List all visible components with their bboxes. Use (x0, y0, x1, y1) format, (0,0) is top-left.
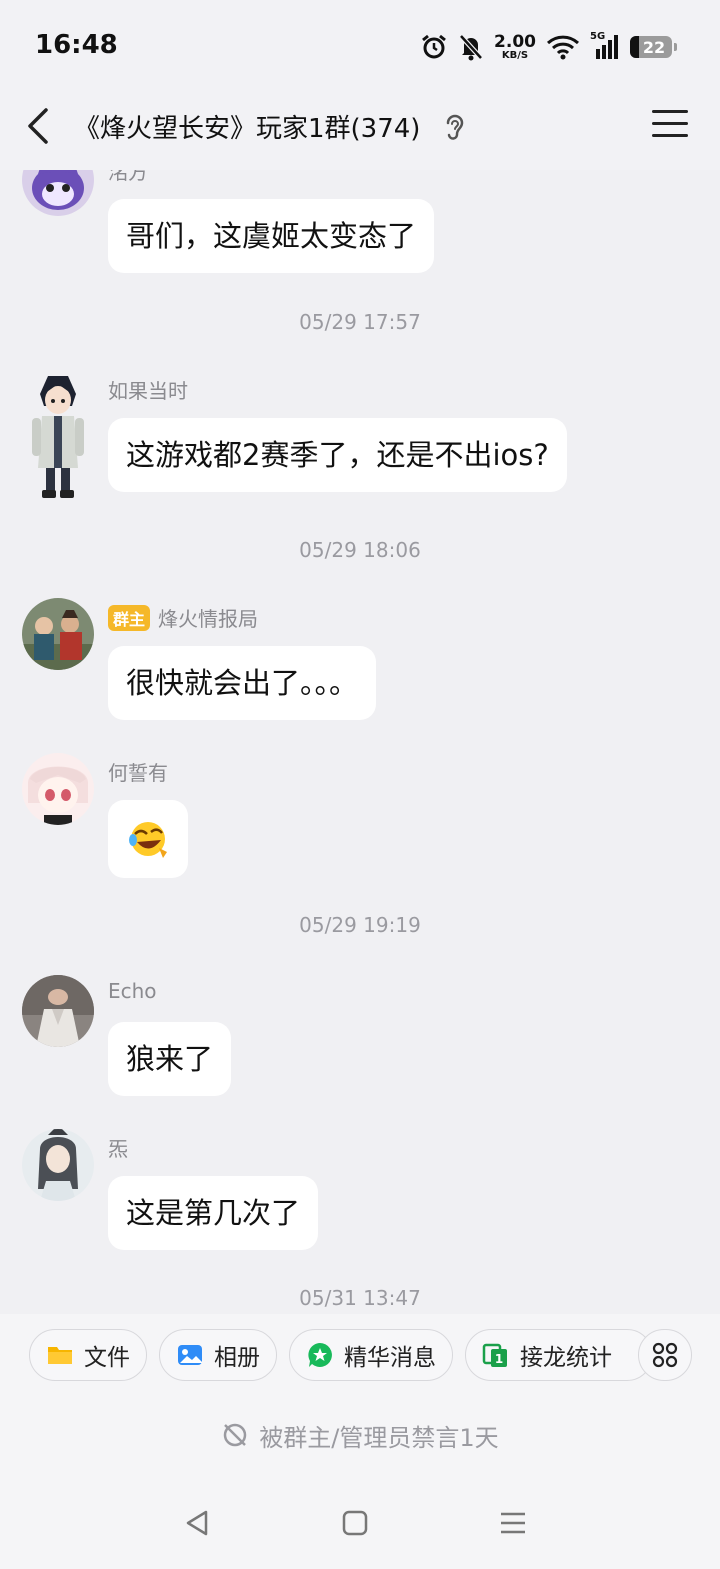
battery-level: 22 (642, 37, 666, 57)
muted-notice: 被群主/管理员禁言1天 (0, 1396, 720, 1474)
sender-name: 洺方 (108, 170, 148, 184)
menu-button[interactable] (652, 110, 688, 142)
avatar[interactable] (22, 598, 94, 670)
message-bubble[interactable]: 这游戏都2赛季了，还是不出ios? (108, 418, 567, 492)
net-speed-value: 2.00 (494, 31, 536, 52)
sender-name: 烽火情报局 (158, 607, 259, 631)
quick-toolbar: 文件 相册 精华消息 1 接龙统计 (0, 1314, 720, 1396)
bell-muted-icon (459, 34, 483, 61)
essence-button-label: 精华消息 (344, 1345, 436, 1371)
album-button-label: 相册 (214, 1345, 260, 1371)
menu-icon-line (652, 134, 688, 137)
relay-stats-button[interactable]: 1 接龙统计 (465, 1329, 653, 1381)
file-button[interactable]: 文件 (29, 1329, 147, 1381)
timestamp: 05/31 13:47 (299, 1286, 421, 1310)
group-title[interactable]: 《烽火望长安》玩家1群(374) (74, 108, 420, 145)
timestamp: 05/29 17:57 (299, 310, 421, 334)
owner-badge: 群主 (108, 605, 151, 631)
avatar[interactable] (22, 1129, 94, 1201)
signal-bars-icon (596, 35, 618, 59)
chevron-left-icon (28, 108, 48, 144)
nav-home-icon[interactable] (340, 1508, 370, 1538)
grid-icon (652, 1342, 678, 1368)
message-bubble[interactable]: 哥们，这虞姬太变态了 (108, 199, 435, 273)
chat-area[interactable]: 洺方 哥们，这虞姬太变态了 05/29 17:57 如果当时 这游戏都2赛季了，… (0, 170, 720, 1314)
chat-header: 《烽火望长安》玩家1群(374) (0, 88, 720, 170)
net-speed-unit: KB/S (501, 49, 529, 61)
relay-stats-label: 接龙统计 (520, 1345, 612, 1371)
timestamp: 05/29 18:06 (299, 538, 421, 562)
sender-line: 群主 烽火情报局 (108, 603, 258, 632)
back-button[interactable] (20, 106, 60, 146)
message-bubble[interactable]: 狼来了 (108, 1022, 232, 1096)
album-button[interactable]: 相册 (159, 1329, 277, 1381)
sender-name: Echo (108, 979, 157, 1003)
emoji-bubble[interactable] (108, 800, 188, 878)
ear-icon[interactable] (444, 112, 466, 142)
avatar-figure (32, 376, 84, 498)
status-bar: 16:48 2.00 KB/S 5G 22 (0, 0, 720, 88)
net-speed: 2.00 KB/S (494, 31, 536, 61)
message-bubble[interactable]: 很快就会出了。。。 (108, 646, 377, 720)
nav-back-icon[interactable] (182, 1508, 212, 1538)
essence-star-icon (308, 1343, 332, 1367)
mute-icon (224, 1423, 247, 1447)
svg-text:1: 1 (495, 1352, 503, 1366)
battery-icon: 22 (630, 36, 677, 58)
nav-recents-icon[interactable] (498, 1508, 528, 1538)
status-icons: 2.00 KB/S 5G 22 (420, 30, 677, 64)
image-icon (178, 1345, 202, 1365)
system-nav-bar (0, 1474, 720, 1569)
timestamp: 05/29 19:19 (299, 913, 421, 937)
wifi-icon (546, 35, 580, 60)
file-button-label: 文件 (84, 1345, 130, 1371)
sender-name: 如果当时 (108, 379, 188, 403)
laughing-tears-emoji-icon (129, 822, 167, 858)
menu-icon-line (652, 110, 688, 113)
sender-name: 炁 (108, 1137, 128, 1161)
sender-name: 何誓有 (108, 761, 168, 785)
menu-icon-line (652, 122, 688, 125)
avatar[interactable] (22, 753, 94, 825)
alarm-icon (422, 34, 446, 59)
cell-signal: 5G (590, 31, 620, 59)
avatar[interactable] (22, 170, 94, 216)
more-tools-button[interactable] (638, 1329, 692, 1381)
relay-icon: 1 (482, 1343, 507, 1367)
message-bubble[interactable]: 这是第几次了 (108, 1176, 319, 1250)
essence-button[interactable]: 精华消息 (289, 1329, 453, 1381)
status-time: 16:48 (35, 30, 118, 60)
avatar[interactable] (22, 975, 94, 1047)
muted-notice-text: 被群主/管理员禁言1天 (259, 1423, 499, 1452)
folder-icon (48, 1347, 72, 1364)
